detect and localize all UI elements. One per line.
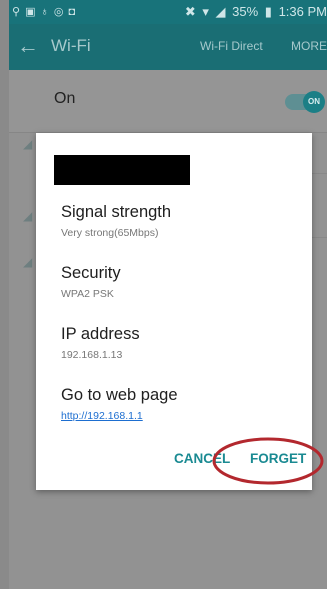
web-page-title: Go to web page <box>61 386 178 404</box>
forget-button[interactable]: FORGET <box>250 451 306 466</box>
wifi-direct-button[interactable]: Wi-Fi Direct <box>200 39 263 53</box>
network-details-dialog: Signal strength Very strong(65Mbps) Secu… <box>36 133 312 490</box>
wifi-icon: ▾ <box>202 4 209 19</box>
wifi-switch[interactable]: ON <box>285 91 325 113</box>
back-arrow-icon[interactable]: ← <box>17 34 39 58</box>
notification-icons: ⚲ ▣ ♁ ◎ ◘ <box>12 6 77 18</box>
battery-icon: ▮ <box>264 4 272 19</box>
wifi-toggle-row[interactable]: On ON <box>9 70 327 133</box>
signal-strength-title: Signal strength <box>61 203 172 221</box>
network-wifi-icon: ◢ <box>23 255 33 269</box>
status-right: ✖ ▾ ◢ 35% ▮ 1:36 PM <box>182 4 327 20</box>
page-title: Wi-Fi <box>51 36 91 55</box>
network-name-redacted <box>54 155 190 185</box>
ip-address-title: IP address <box>61 325 140 343</box>
web-page-link[interactable]: http://192.168.1.1 <box>61 410 143 422</box>
security-value: WPA2 PSK <box>61 288 114 300</box>
signal-strength-value: Very strong(65Mbps) <box>61 227 159 239</box>
network-wifi-icon: ◢ <box>23 209 33 223</box>
cancel-button[interactable]: CANCEL <box>174 451 230 466</box>
wifi-switch-knob: ON <box>303 91 325 113</box>
status-bar: ⚲ ▣ ♁ ◎ ◘ ✖ ▾ ◢ 35% ▮ 1:36 PM <box>9 0 327 24</box>
more-menu-button[interactable]: MORE <box>291 39 327 53</box>
signal-icon: ◢ <box>215 4 226 19</box>
security-title: Security <box>61 264 121 282</box>
network-wifi-icon: ◢ <box>23 137 33 151</box>
battery-percent: 35% <box>232 4 259 19</box>
action-bar: ← Wi-Fi Wi-Fi Direct MORE <box>9 24 327 70</box>
mute-icon: ✖ <box>184 4 196 19</box>
phone-screen: ⚲ ▣ ♁ ◎ ◘ ✖ ▾ ◢ 35% ▮ 1:36 PM ← Wi-Fi Wi… <box>9 0 327 589</box>
ip-address-value: 192.168.1.13 <box>61 349 123 361</box>
wifi-toggle-label: On <box>54 90 76 107</box>
clock: 1:36 PM <box>278 4 327 19</box>
